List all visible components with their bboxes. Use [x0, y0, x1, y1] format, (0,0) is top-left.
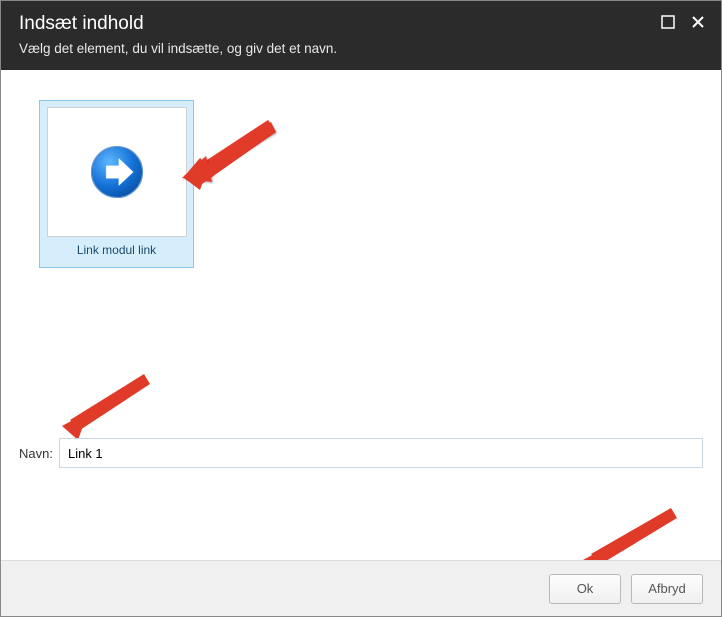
maximize-button[interactable] — [657, 11, 679, 33]
content-tile-link-module[interactable]: Link modul link — [39, 100, 194, 268]
arrow-right-circle-icon — [88, 143, 146, 201]
dialog-header: Indsæt indhold Vælg det element, du vil … — [1, 1, 721, 70]
tile-label: Link modul link — [77, 243, 156, 257]
tile-preview — [47, 107, 187, 237]
dialog-content: Link modul link Navn: — [1, 70, 721, 552]
close-icon — [690, 14, 706, 30]
maximize-icon — [660, 14, 676, 30]
name-input[interactable] — [59, 438, 703, 468]
close-button[interactable] — [687, 11, 709, 33]
dialog-footer: Ok Afbryd — [1, 560, 721, 616]
name-label: Navn: — [19, 446, 53, 461]
annotation-arrow-icon — [56, 368, 156, 438]
dialog-title: Indsæt indhold — [19, 13, 703, 35]
cancel-button[interactable]: Afbryd — [631, 574, 703, 604]
ok-button[interactable]: Ok — [549, 574, 621, 604]
dialog-subtitle: Vælg det element, du vil indsætte, og gi… — [19, 41, 703, 56]
window-controls — [657, 11, 709, 33]
name-row: Navn: — [19, 438, 703, 468]
